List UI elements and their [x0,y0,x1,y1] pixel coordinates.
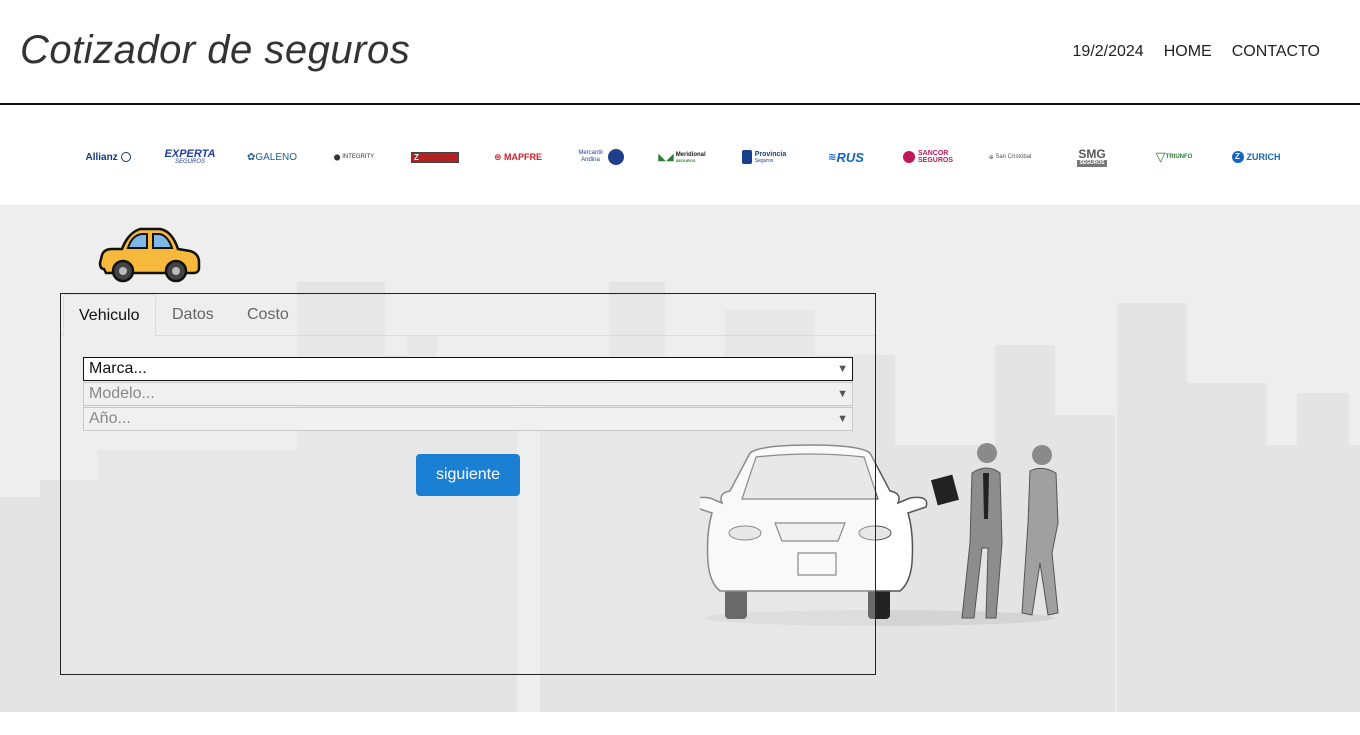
insurer-logo: EXPERTA SEGUROS [164,147,216,165]
quote-form-panel: Vehiculo Datos Costo Marca... ▼ Modelo..… [60,293,876,675]
chevron-down-icon: ▼ [837,413,848,425]
car-icon [98,227,201,283]
page-title: Cotizador de seguros [20,28,411,72]
model-select[interactable]: Modelo... ▼ [83,382,853,406]
chevron-down-icon: ▼ [837,363,848,375]
insurer-logos: Allianz EXPERTA SEGUROS ✿ GALENO ⬤ INTEGRI… [0,107,1360,205]
nav-contact-link[interactable]: CONTACTO [1232,43,1320,61]
insurer-logo: ▽ TRIUNFO [1155,149,1193,164]
insurer-logo: Z ZURICH [1230,148,1282,166]
insurer-logo: ⊕ San Cristóbal [988,154,1032,161]
year-select[interactable]: Año... ▼ [83,407,853,431]
current-date: 19/2/2024 [1072,43,1144,60]
insurer-logo: Provincia Seguros [738,148,790,166]
insurer-logo: ✿ GALENO [246,151,298,163]
top-nav: 19/2/2024 HOME CONTACTO [1073,43,1320,61]
insurer-logo: ◣◢ Meridional SEGUROS [658,151,706,163]
insurer-logo: SANCOR SEGUROS [902,148,954,166]
brand-select[interactable]: Marca... ▼ [83,357,853,381]
nav-home-link[interactable]: HOME [1164,43,1212,61]
insurer-logo: Z [410,148,460,166]
insurer-logo: Mercantil Andina [575,148,625,166]
insurer-logo: SMG SEGUROS [1077,146,1107,167]
insurer-logo: ≋ RUS [828,149,864,165]
year-select-value: Año... [89,410,131,427]
tab-vehiculo[interactable]: Vehiculo [63,294,156,337]
tab-costo[interactable]: Costo [232,294,304,336]
tab-datos[interactable]: Datos [157,294,229,336]
insurer-logo: Allianz [82,148,134,166]
insurer-logo: ⊛ MAPFRE [493,151,543,163]
brand-select-value: Marca... [89,360,147,377]
model-select-value: Modelo... [89,385,155,402]
form-tabs: Vehiculo Datos Costo [61,294,875,337]
insurer-logo: ⬤ INTEGRITY [333,154,375,161]
site-header: Cotizador de seguros 19/2/2024 HOME CONT… [0,0,1360,105]
next-button[interactable]: siguiente [416,454,520,496]
chevron-down-icon: ▼ [837,388,848,400]
